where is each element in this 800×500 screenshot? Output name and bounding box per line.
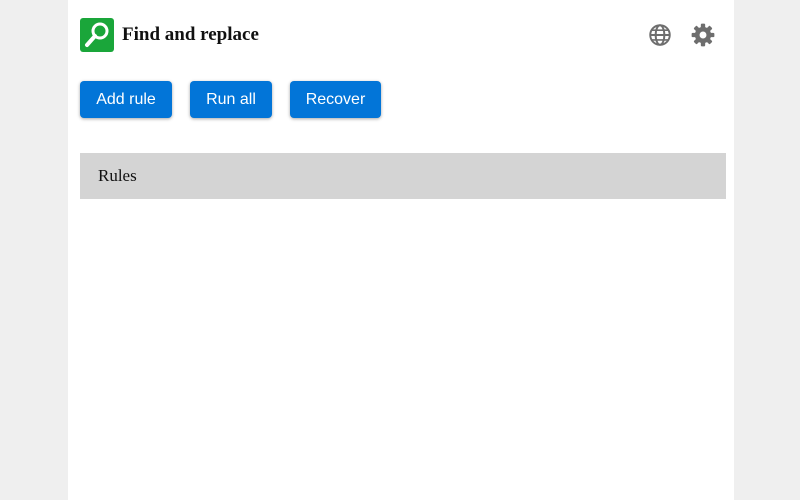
gear-icon xyxy=(691,23,715,47)
extension-panel: Find and replace Add rule Run all Recove… xyxy=(68,0,734,500)
globe-icon xyxy=(649,24,671,46)
recover-button[interactable]: Recover xyxy=(290,81,381,118)
add-rule-button[interactable]: Add rule xyxy=(80,81,172,118)
search-icon xyxy=(85,22,109,47)
page-title: Find and replace xyxy=(122,24,259,45)
rules-heading: Rules xyxy=(98,166,137,185)
app-logo xyxy=(80,18,114,52)
header: Find and replace xyxy=(80,18,726,52)
rules-section-header: Rules xyxy=(80,153,726,199)
run-all-button[interactable]: Run all xyxy=(190,81,272,118)
language-button[interactable] xyxy=(647,22,673,48)
settings-button[interactable] xyxy=(690,22,716,48)
